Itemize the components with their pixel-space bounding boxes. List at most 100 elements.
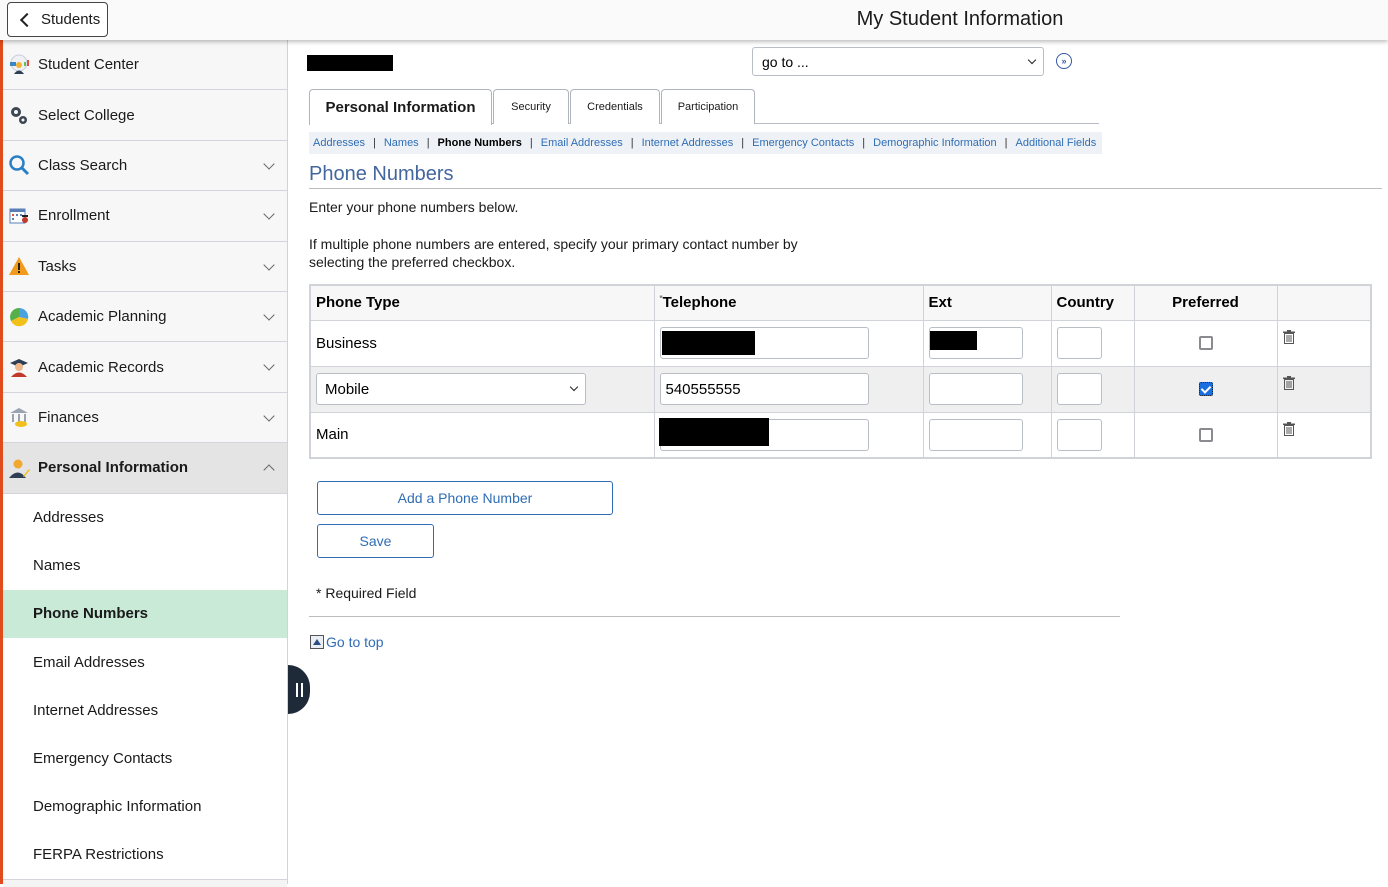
- tab-security[interactable]: Security: [493, 89, 569, 124]
- save-button[interactable]: Save: [317, 524, 434, 558]
- ext-input[interactable]: [928, 327, 1023, 359]
- ext-input[interactable]: [928, 418, 1023, 451]
- subtab-emergency-contacts[interactable]: Emergency Contacts: [752, 137, 854, 149]
- phone-type-value: Mobile: [325, 380, 370, 398]
- redacted-student-name: [307, 55, 393, 71]
- ext-cell: [922, 411, 1052, 459]
- separator: |: [529, 137, 533, 149]
- sidebar-item-tasks[interactable]: Tasks: [3, 242, 287, 292]
- subtab-additional-fields[interactable]: Additional Fields: [1016, 137, 1097, 149]
- table-row: Mobile 540555555: [309, 365, 1372, 413]
- trash-icon[interactable]: [1282, 376, 1295, 390]
- instructions-text: If multiple phone numbers are entered, s…: [309, 236, 798, 270]
- sidebar-divider: [3, 879, 287, 887]
- go-to-top-link[interactable]: Go to top: [310, 634, 384, 650]
- ext-input[interactable]: [928, 373, 1023, 405]
- sidebar-item-personal-information[interactable]: Personal Information: [3, 443, 287, 494]
- chevron-down-icon: [263, 359, 275, 372]
- subnav-item-emergency-contacts[interactable]: Emergency Contacts: [3, 734, 287, 782]
- country-input[interactable]: [1056, 373, 1102, 405]
- subtab-email-addresses[interactable]: Email Addresses: [541, 137, 623, 149]
- back-to-students-button[interactable]: Students: [7, 2, 108, 37]
- col-ext: Ext: [922, 284, 1052, 321]
- sidebar-item-label: Academic Records: [38, 358, 164, 376]
- sidebar-item-label: Select College: [38, 106, 135, 124]
- sidebar-item-class-search[interactable]: Class Search: [3, 141, 287, 192]
- sidebar-item-label: Academic Planning: [38, 308, 167, 326]
- redacted-ext: [929, 331, 977, 350]
- trash-icon[interactable]: [1282, 421, 1295, 436]
- country-input[interactable]: [1056, 418, 1102, 451]
- col-country: Country: [1050, 284, 1135, 321]
- go-forward-button[interactable]: »: [1056, 53, 1072, 69]
- preferred-checkbox-checked[interactable]: [1198, 382, 1213, 396]
- pause-bar-icon: [295, 682, 298, 697]
- chevron-down-icon: [1027, 55, 1037, 65]
- subnav-item-internet-addresses[interactable]: Internet Addresses: [3, 686, 287, 734]
- subnav-item-email-addresses[interactable]: Email Addresses: [3, 638, 287, 686]
- subtab-internet-addresses[interactable]: Internet Addresses: [642, 137, 734, 149]
- add-phone-number-button[interactable]: Add a Phone Number: [317, 481, 613, 515]
- ext-cell: [922, 365, 1052, 413]
- sidebar-item-academic-records[interactable]: Academic Records: [3, 342, 287, 393]
- preferred-cell: [1133, 319, 1278, 367]
- col-preferred: Preferred: [1133, 284, 1278, 321]
- sidebar-item-label: Student Center: [38, 56, 139, 74]
- divider: [309, 188, 1382, 189]
- chevron-down-icon: [569, 382, 579, 392]
- required-field-note: * Required Field: [316, 585, 417, 601]
- country-input[interactable]: [1056, 327, 1102, 359]
- chevron-down-icon: [263, 208, 275, 220]
- telephone-cell: [653, 411, 924, 459]
- sidebar-item-student-center[interactable]: Student Center: [3, 40, 287, 91]
- preferred-checkbox[interactable]: [1198, 427, 1213, 442]
- chevron-down-icon: [263, 258, 275, 271]
- goto-select[interactable]: go to ...: [752, 47, 1044, 76]
- telephone-input[interactable]: [658, 417, 869, 451]
- table-header-row: Phone Type *Telephone Ext Country Prefer…: [309, 284, 1372, 321]
- tab-credentials[interactable]: Credentials: [570, 89, 660, 124]
- calendar-icon: [8, 205, 30, 227]
- bank-icon: [8, 406, 30, 428]
- subnav-item-addresses[interactable]: Addresses: [3, 494, 287, 542]
- subtab-demographic-information[interactable]: Demographic Information: [873, 137, 997, 149]
- separator: |: [1004, 137, 1008, 149]
- phone-type-cell: Main: [309, 411, 655, 459]
- sidebar-item-enrollment[interactable]: Enrollment: [3, 191, 287, 242]
- student-center-icon: [8, 54, 30, 76]
- pie-chart-icon: [8, 306, 30, 328]
- tab-participation[interactable]: Participation: [661, 89, 755, 124]
- subnav-item-phone-numbers[interactable]: Phone Numbers: [3, 589, 287, 639]
- separator: |: [862, 137, 866, 149]
- sidebar-item-label: Class Search: [38, 156, 128, 174]
- tab-personal-information[interactable]: Personal Information: [309, 89, 492, 125]
- subnav-item-ferpa-restrictions[interactable]: FERPA Restrictions: [3, 831, 287, 879]
- personal-information-subnav: Addresses Names Phone Numbers Email Addr…: [3, 493, 287, 880]
- telephone-cell: 540555555: [653, 365, 924, 413]
- sidebar-item-select-college[interactable]: Select College: [3, 90, 287, 141]
- sidebar-item-finances[interactable]: Finances: [3, 393, 287, 444]
- gears-icon: [8, 104, 30, 126]
- app-header: Students My Student Information: [0, 0, 1388, 40]
- separator: |: [372, 137, 376, 149]
- trash-icon[interactable]: [1282, 330, 1295, 344]
- separator: |: [426, 137, 430, 149]
- sidebar-item-label: Finances: [38, 408, 99, 426]
- arrow-to-top-icon: [310, 635, 324, 649]
- preferred-cell: [1133, 411, 1278, 459]
- sidebar-item-academic-planning[interactable]: Academic Planning: [3, 292, 287, 343]
- preferred-checkbox[interactable]: [1198, 336, 1213, 350]
- page-title: My Student Information: [856, 8, 1064, 30]
- subtab-addresses[interactable]: Addresses: [313, 137, 365, 149]
- chevron-left-icon: [19, 12, 35, 27]
- subnav-item-demographic-information[interactable]: Demographic Information: [3, 783, 287, 831]
- warning-icon: [8, 255, 30, 277]
- subtab-phone-numbers: Phone Numbers: [437, 137, 522, 149]
- subnav-item-names[interactable]: Names: [3, 542, 287, 590]
- phone-type-select[interactable]: Mobile: [316, 373, 586, 405]
- actions-cell: [1276, 365, 1372, 413]
- telephone-input[interactable]: 540555555: [659, 373, 869, 405]
- telephone-input[interactable]: [659, 327, 869, 359]
- go-to-top-label: Go to top: [326, 634, 384, 650]
- subtab-names[interactable]: Names: [384, 137, 419, 149]
